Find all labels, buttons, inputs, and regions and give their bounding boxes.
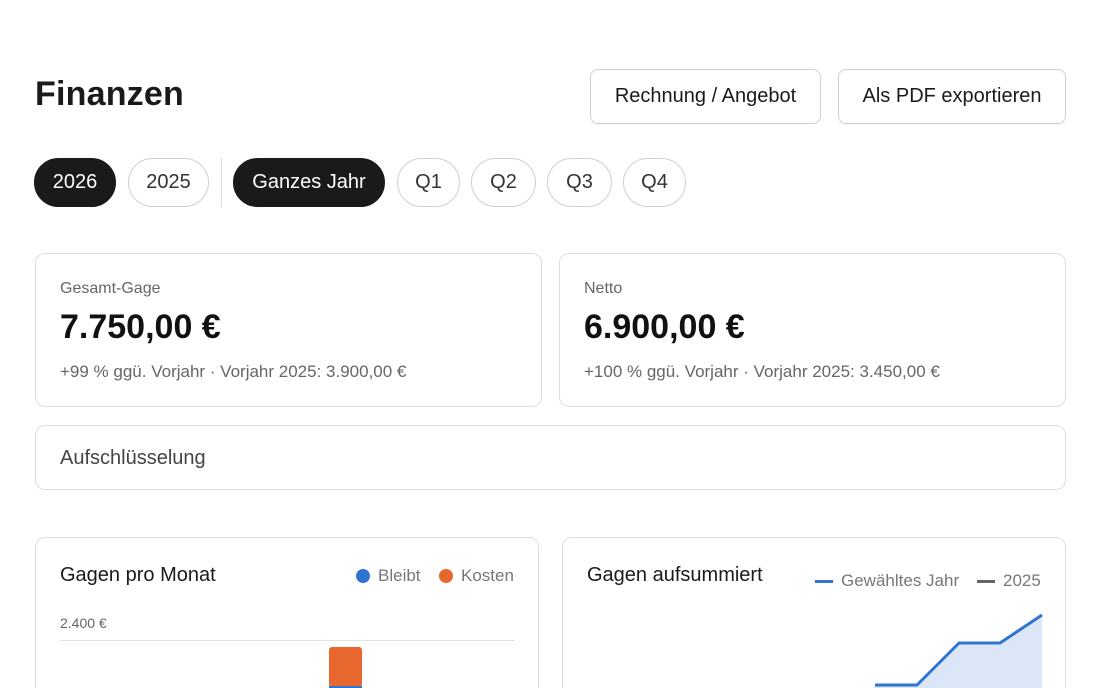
period-pill-q4[interactable]: Q4: [623, 158, 686, 207]
kpi-delta: +100 % ggü. Vorjahr · Vorjahr 2025: 3.45…: [584, 362, 940, 381]
monthly-chart-card: Gagen pro Monat Bleibt Kosten 2.400 €: [35, 537, 539, 688]
period-pill-q2[interactable]: Q2: [471, 158, 536, 207]
kpi-value: 7.750,00 €: [60, 308, 221, 346]
export-pdf-button[interactable]: Als PDF exportieren: [838, 69, 1066, 124]
period-pill-full-year[interactable]: Ganzes Jahr: [233, 158, 385, 207]
bar-costs: [329, 647, 362, 687]
cumulative-line-chart: [873, 613, 1043, 688]
period-pill-q3[interactable]: Q3: [547, 158, 612, 207]
page-title: Finanzen: [35, 75, 184, 113]
kpi-value: 6.900,00 €: [584, 308, 745, 346]
breakdown-label: Aufschlüsselung: [60, 447, 206, 469]
invoice-offer-button[interactable]: Rechnung / Angebot: [590, 69, 821, 124]
kpi-label: Gesamt-Gage: [60, 280, 161, 297]
kpi-delta: +99 % ggü. Vorjahr · Vorjahr 2025: 3.900…: [60, 362, 407, 381]
year-pill-2025[interactable]: 2025: [128, 158, 209, 207]
area-selected-year: [873, 615, 1042, 688]
breakdown-toggle[interactable]: Aufschlüsselung: [35, 425, 1066, 490]
kpi-card-gross: Gesamt-Gage 7.750,00 € +99 % ggü. Vorjah…: [35, 253, 542, 407]
year-pill-2026[interactable]: 2026: [34, 158, 116, 207]
kpi-label: Netto: [584, 280, 623, 297]
filter-divider: [221, 158, 222, 207]
kpi-card-net: Netto 6.900,00 € +100 % ggü. Vorjahr · V…: [559, 253, 1066, 407]
cumulative-chart-card: Gagen aufsummiert Gewähltes Jahr 2025: [562, 537, 1066, 688]
monthly-bars: [329, 647, 362, 688]
period-pill-q1[interactable]: Q1: [397, 158, 460, 207]
